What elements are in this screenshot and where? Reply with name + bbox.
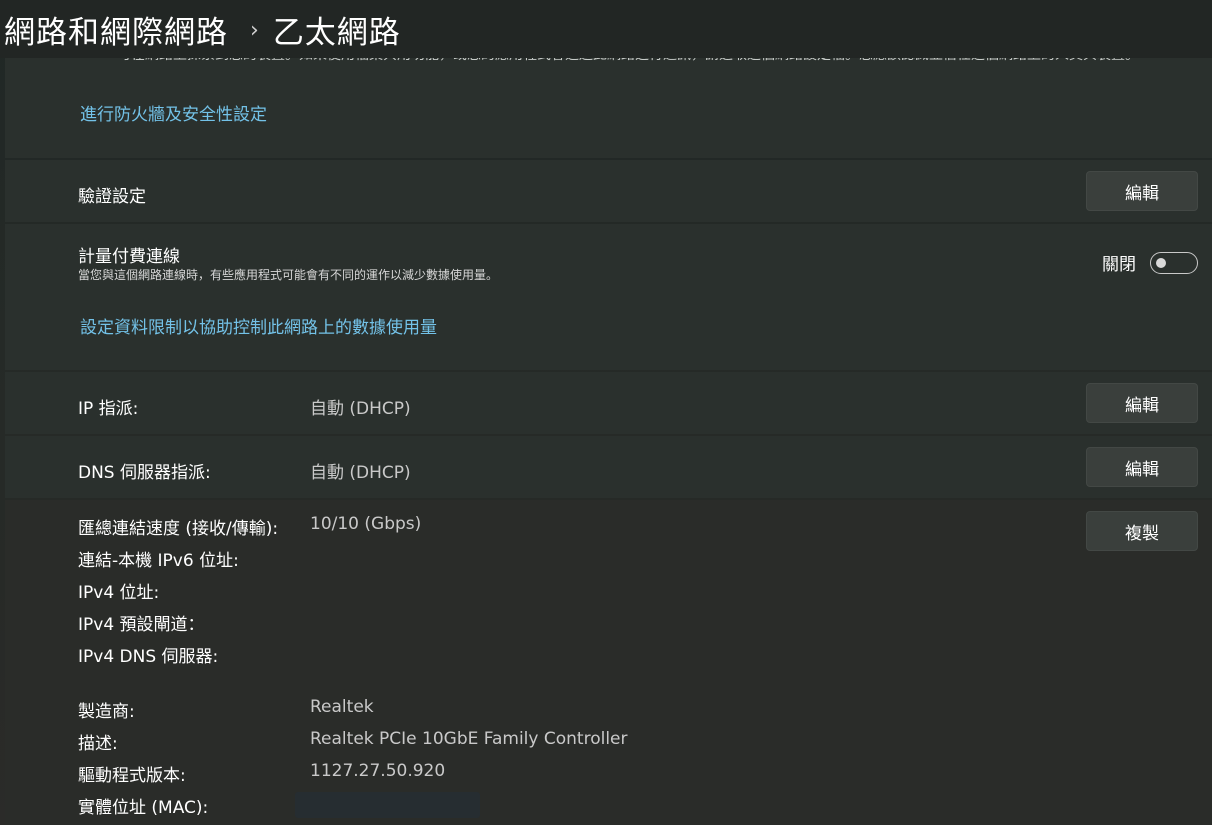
chevron-right-icon: › xyxy=(250,17,259,43)
breadcrumb-root[interactable]: 網路和網際網路 xyxy=(4,7,228,52)
copy-button[interactable]: 複製 xyxy=(1086,511,1198,551)
settings-page: 網路和網際網路 › 乙太網路 可在網路上探索到您的裝置。如果使用檔案共用功能，或… xyxy=(0,0,1212,825)
auth-settings-card: 驗證設定 編輯 xyxy=(5,160,1212,222)
auth-edit-button[interactable]: 編輯 xyxy=(1086,171,1198,211)
property-value: Realtek xyxy=(310,697,374,717)
adapter-properties-card: 複製 匯總連結速度 (接收/傳輸): 10/10 (Gbps) 連結-本機 IP… xyxy=(5,500,1212,825)
property-label: 製造商: xyxy=(78,702,135,722)
property-value: 1127.27.50.920 xyxy=(310,761,446,781)
toggle-knob xyxy=(1156,257,1166,268)
page-title: 乙太網路 xyxy=(272,14,401,51)
property-label: 實體位址 (MAC): xyxy=(78,798,209,818)
ip-assignment-value: 自動 (DHCP) xyxy=(310,399,411,419)
breadcrumb: 網路和網際網路 › 乙太網路 xyxy=(0,0,1212,58)
property-label: 驅動程式版本: xyxy=(78,766,186,786)
metered-connection-title: 計量付費連線 xyxy=(78,247,180,267)
firewall-card: 可在網路上探索到您的裝置。如果使用檔案共用功能，或您的應用程式會透過此網路進行通… xyxy=(5,47,1212,158)
property-value: 10/10 (Gbps) xyxy=(310,514,422,534)
property-label: IPv4 DNS 伺服器: xyxy=(78,647,219,667)
property-label: 匯總連結速度 (接收/傳輸): xyxy=(78,519,279,539)
dns-edit-button[interactable]: 編輯 xyxy=(1086,447,1198,487)
firewall-settings-link[interactable]: 進行防火牆及安全性設定 xyxy=(80,100,267,125)
mac-address-redacted xyxy=(295,792,480,818)
dns-assignment-card: DNS 伺服器指派: 自動 (DHCP) 編輯 xyxy=(5,436,1212,498)
metered-toggle-state: 關閉 xyxy=(1102,255,1136,275)
metered-connection-toggle[interactable] xyxy=(1150,251,1198,274)
auth-settings-label: 驗證設定 xyxy=(78,187,146,207)
property-label: 連結-本機 IPv6 位址: xyxy=(78,551,239,571)
ip-assignment-label: IP 指派: xyxy=(78,399,139,419)
ip-assignment-card: IP 指派: 自動 (DHCP) 編輯 xyxy=(5,372,1212,434)
dns-assignment-label: DNS 伺服器指派: xyxy=(78,463,211,483)
metered-connection-description: 當您與這個網路連線時，有些應用程式可能會有不同的運作以減少數據使用量。 xyxy=(78,268,499,282)
property-label: 描述: xyxy=(78,734,118,754)
property-label: IPv4 位址: xyxy=(78,583,160,603)
metered-connection-card: 計量付費連線 當您與這個網路連線時，有些應用程式可能會有不同的運作以減少數據使用… xyxy=(5,224,1212,370)
property-value: Realtek PCIe 10GbE Family Controller xyxy=(310,729,628,749)
ip-edit-button[interactable]: 編輯 xyxy=(1086,383,1198,423)
metered-toggle-group: 關閉 xyxy=(1102,250,1198,275)
dns-assignment-value: 自動 (DHCP) xyxy=(310,463,411,483)
data-limit-link[interactable]: 設定資料限制以協助控制此網路上的數據使用量 xyxy=(80,313,437,338)
property-label: IPv4 預設閘道： xyxy=(78,615,205,635)
